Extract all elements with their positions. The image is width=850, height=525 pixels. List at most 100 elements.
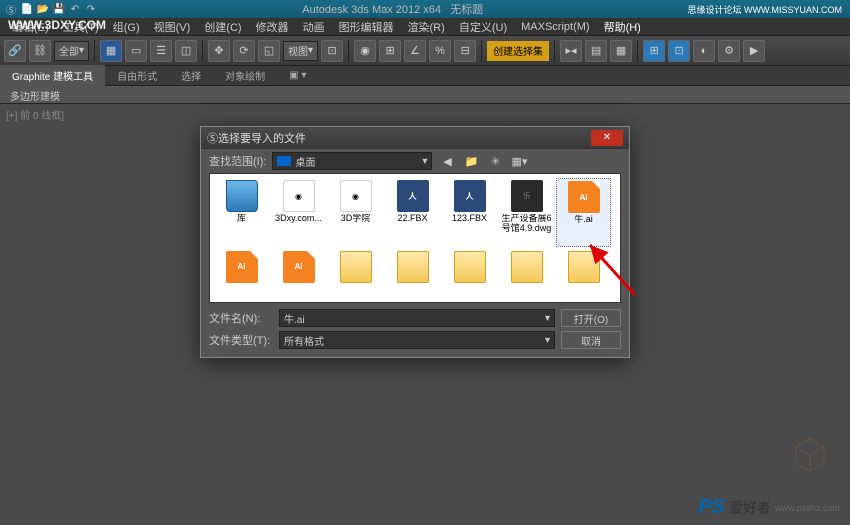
ribbon-panel-label: 多边形建模 [0, 86, 850, 104]
dialog-lookin-row: 查找范围(I): 桌面▾ ◀ 📁 ✳ ▦▾ [201, 149, 629, 173]
ai-icon: Ai [283, 251, 315, 283]
tab-graphite[interactable]: Graphite 建模工具 [0, 65, 105, 86]
ribbon-tabs: Graphite 建模工具 自由形式 选择 对象绘制 ▣ ▾ [0, 66, 850, 86]
open-icon[interactable]: 📂 [36, 2, 50, 16]
file-item[interactable] [499, 249, 554, 298]
folder-open-icon [226, 180, 258, 212]
percent-snap-icon[interactable]: % [429, 40, 451, 62]
ribbon-toggle-icon[interactable]: ▣ ▾ [277, 67, 318, 84]
schematic-icon[interactable]: ⊡ [668, 40, 690, 62]
file-item[interactable]: 人 22.FBX [385, 178, 440, 247]
menu-help[interactable]: 帮助(H) [598, 19, 647, 35]
file-item[interactable] [385, 249, 440, 298]
unlink-icon[interactable]: ⛓ [29, 40, 51, 62]
select-region-icon[interactable]: ◫ [175, 40, 197, 62]
viewport-label[interactable]: [+] 前 0 线框] [0, 104, 850, 125]
menu-modifiers[interactable]: 修改器 [250, 19, 295, 35]
snap-icon[interactable]: ⊞ [379, 40, 401, 62]
tab-paint[interactable]: 对象绘制 [213, 65, 277, 86]
undo-icon[interactable]: ↶ [68, 2, 82, 16]
view-menu-icon[interactable]: ▦▾ [510, 152, 528, 170]
file-item[interactable]: 库 [214, 178, 269, 247]
curve-editor-icon[interactable]: ⊞ [643, 40, 665, 62]
file-item[interactable] [442, 249, 497, 298]
select-object-icon[interactable]: ▭ [125, 40, 147, 62]
file-label: 生产设备展6号馆4.9.dwg [501, 214, 552, 234]
file-item[interactable] [556, 249, 611, 298]
filename-label: 文件名(N): [209, 310, 273, 326]
manipulate-icon[interactable]: ◉ [354, 40, 376, 62]
quick-access-toolbar: Ⓢ 📄 📂 💾 ↶ ↷ [4, 2, 98, 16]
ref-coord-system[interactable]: 视图 ▾ [283, 41, 318, 61]
angle-snap-icon[interactable]: ∠ [404, 40, 426, 62]
named-selection-sets[interactable]: 创建选择集 [487, 41, 549, 61]
menu-view[interactable]: 视图(V) [148, 19, 197, 35]
folder-icon [568, 251, 600, 283]
menu-maxscript[interactable]: MAXScript(M) [515, 21, 595, 33]
layers-icon[interactable]: ▦ [610, 40, 632, 62]
pivot-icon[interactable]: ⊡ [321, 40, 343, 62]
menu-animation[interactable]: 动画 [297, 19, 331, 35]
viewcube-icon[interactable] [790, 435, 830, 475]
mirror-icon[interactable]: ▸◂ [560, 40, 582, 62]
app-icon[interactable]: Ⓢ [4, 2, 18, 16]
file-list[interactable]: 库 ◉3Dxy.com... ◉ 3D学院 人 22.FBX 人 123.FBX 卐生产设备展6… [209, 173, 621, 303]
filename-field[interactable]: 牛.ai▾ [279, 309, 555, 327]
watermark-br: PS 爱好者 www.psahz.com [698, 496, 840, 519]
file-label: 库 [237, 214, 246, 224]
selection-filter[interactable]: 全部 ▾ [54, 41, 89, 61]
new-icon[interactable]: 📄 [20, 2, 34, 16]
file-item[interactable]: Ai牛.ai [556, 178, 611, 247]
menu-render[interactable]: 渲染(R) [402, 19, 451, 35]
menu-custom[interactable]: 自定义(U) [453, 19, 513, 35]
align-icon[interactable]: ▤ [585, 40, 607, 62]
menu-group[interactable]: 组(G) [107, 19, 146, 35]
file-item[interactable]: ◉ 3D学院 [328, 178, 383, 247]
file-label: 3D学院 [341, 214, 371, 224]
render-icon[interactable]: ▶ [743, 40, 765, 62]
dialog-titlebar[interactable]: Ⓢ 选择要导入的文件 ✕ [201, 127, 629, 149]
ai-icon: Ai [568, 181, 600, 213]
new-folder-icon[interactable]: ✳ [486, 152, 504, 170]
cancel-button[interactable]: 取消 [561, 331, 621, 349]
tab-freeform[interactable]: 自由形式 [105, 65, 169, 86]
menu-graph[interactable]: 图形编辑器 [333, 19, 400, 35]
filetype-label: 文件类型(T): [209, 332, 273, 348]
file-item[interactable]: ◉3Dxy.com... [271, 178, 326, 247]
open-button[interactable]: 打开(O) [561, 309, 621, 327]
link-icon[interactable]: 🔗 [4, 40, 26, 62]
dialog-title: 选择要导入的文件 [218, 130, 591, 146]
file-item[interactable]: Ai [271, 249, 326, 298]
file-item[interactable]: Ai [214, 249, 269, 298]
file-item[interactable] [328, 249, 383, 298]
app-icon: ◉ [340, 180, 372, 212]
save-icon[interactable]: 💾 [52, 2, 66, 16]
up-icon[interactable]: 📁 [462, 152, 480, 170]
folder-icon [511, 251, 543, 283]
fbx-icon: 人 [454, 180, 486, 212]
lookin-combo[interactable]: 桌面▾ [272, 152, 432, 170]
select-name-icon[interactable]: ☰ [150, 40, 172, 62]
file-item[interactable]: 人 123.FBX [442, 178, 497, 247]
folder-icon [340, 251, 372, 283]
file-item[interactable]: 卐生产设备展6号馆4.9.dwg [499, 178, 554, 247]
render-setup-icon[interactable]: ⚙ [718, 40, 740, 62]
menu-bar: 编辑(E) 工具(T) 组(G) 视图(V) 创建(C) 修改器 动画 图形编辑… [0, 18, 850, 36]
redo-icon[interactable]: ↷ [84, 2, 98, 16]
close-button[interactable]: ✕ [591, 130, 623, 146]
tab-selection[interactable]: 选择 [169, 65, 213, 86]
fbx-icon: 人 [397, 180, 429, 212]
select-icon[interactable]: ▦ [100, 40, 122, 62]
spinner-snap-icon[interactable]: ⊟ [454, 40, 476, 62]
file-label: 123.FBX [452, 214, 487, 224]
rotate-icon[interactable]: ⟳ [233, 40, 255, 62]
app-titlebar: Ⓢ 📄 📂 💾 ↶ ↷ Autodesk 3ds Max 2012 x64 无标… [0, 0, 850, 18]
file-label: 22.FBX [397, 214, 427, 224]
back-icon[interactable]: ◀ [438, 152, 456, 170]
move-icon[interactable]: ✥ [208, 40, 230, 62]
filetype-combo[interactable]: 所有格式▾ [279, 331, 555, 349]
menu-create[interactable]: 创建(C) [198, 19, 247, 35]
file-label: 3Dxy.com... [275, 214, 322, 224]
scale-icon[interactable]: ◱ [258, 40, 280, 62]
material-icon[interactable]: ◐ [693, 40, 715, 62]
